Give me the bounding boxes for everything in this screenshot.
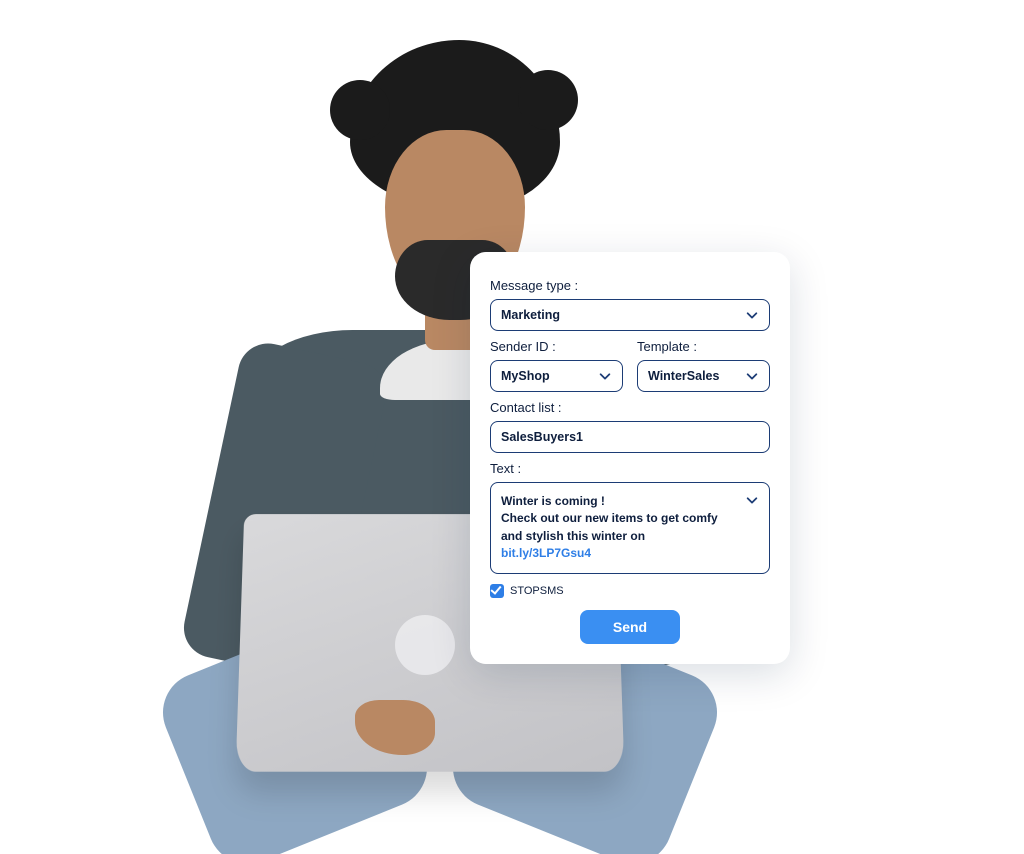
chevron-down-icon xyxy=(745,493,759,507)
stopsms-row[interactable]: STOPSMS xyxy=(490,584,770,598)
chevron-down-icon xyxy=(598,369,612,383)
message-text-line: Check out our new items to get comfy and… xyxy=(501,510,741,545)
message-type-label: Message type : xyxy=(490,278,770,293)
sender-id-label: Sender ID : xyxy=(490,339,623,354)
text-label: Text : xyxy=(490,461,770,476)
send-button[interactable]: Send xyxy=(580,610,680,644)
sms-compose-card: Message type : Marketing Sender ID : MyS… xyxy=(470,252,790,664)
stopsms-label: STOPSMS xyxy=(510,585,564,597)
message-type-select[interactable]: Marketing xyxy=(490,299,770,331)
contact-list-label: Contact list : xyxy=(490,400,770,415)
template-label: Template : xyxy=(637,339,770,354)
sender-id-value: MyShop xyxy=(501,369,550,383)
stage: Message type : Marketing Sender ID : MyS… xyxy=(0,0,1024,854)
chevron-down-icon xyxy=(745,369,759,383)
sender-id-select[interactable]: MyShop xyxy=(490,360,623,392)
send-row: Send xyxy=(490,610,770,644)
message-short-link[interactable]: bit.ly/3LP7Gsu4 xyxy=(501,546,591,560)
message-type-value: Marketing xyxy=(501,308,560,322)
message-text-line: Winter is coming ! xyxy=(501,493,741,510)
contact-list-value: SalesBuyers1 xyxy=(501,430,583,444)
chevron-down-icon xyxy=(745,308,759,322)
message-text-area[interactable]: Winter is coming ! Check out our new ite… xyxy=(490,482,770,574)
template-select[interactable]: WinterSales xyxy=(637,360,770,392)
template-value: WinterSales xyxy=(648,369,719,383)
contact-list-input[interactable]: SalesBuyers1 xyxy=(490,421,770,453)
stopsms-checkbox[interactable] xyxy=(490,584,504,598)
